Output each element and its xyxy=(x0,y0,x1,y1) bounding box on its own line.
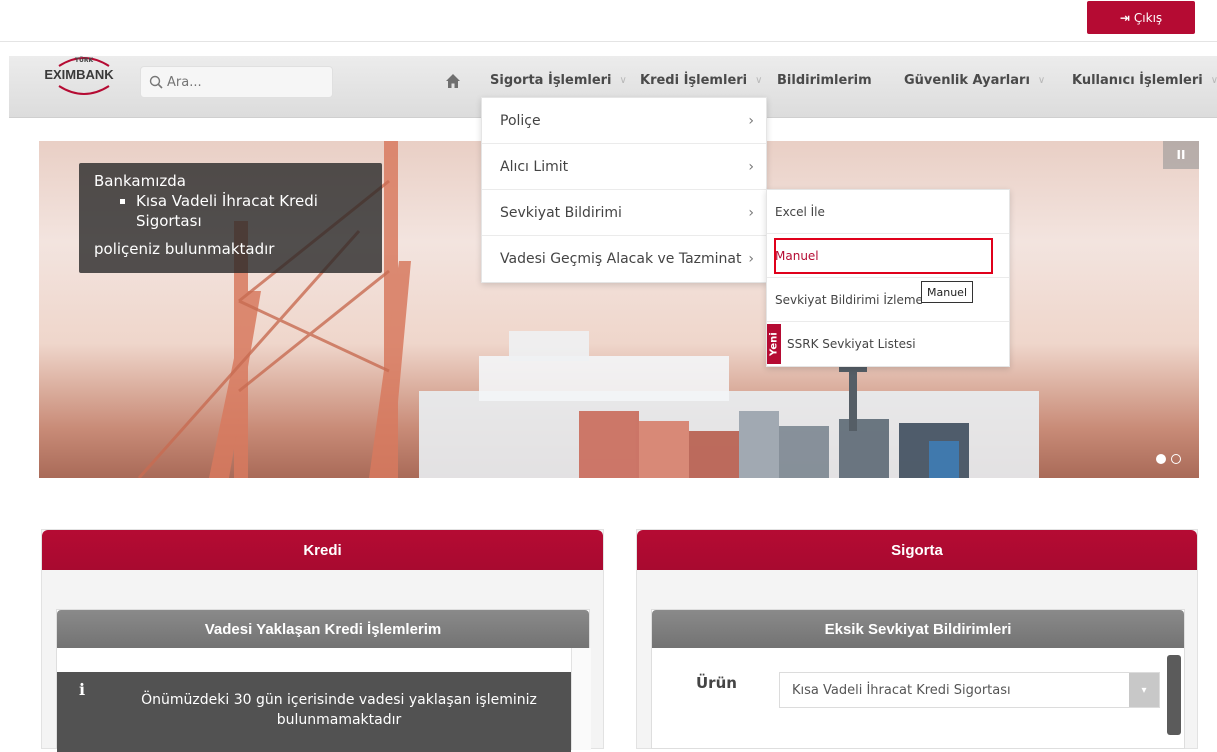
search-input[interactable] xyxy=(167,74,327,90)
policy-info-box: Bankamızda Kısa Vadeli İhracat Kredi Sig… xyxy=(79,163,382,273)
nav-label: Bildirimlerim xyxy=(777,73,872,88)
info-notice: ℹ Önümüzdeki 30 gün içerisinde vadesi ya… xyxy=(57,672,571,752)
selection-highlight xyxy=(774,238,993,274)
hero-line2: poliçeniz bulunmaktadır xyxy=(94,240,275,258)
eximbank-logo[interactable]: TÜRK EXIMBANK xyxy=(39,52,129,100)
hero-bullet: Kısa Vadeli İhracat Kredi Sigortası xyxy=(136,191,367,231)
urun-select-value: Kısa Vadeli İhracat Kredi Sigortası xyxy=(792,682,1011,698)
notice-text: Önümüzdeki 30 gün içerisinde vadesi yakl… xyxy=(141,692,537,728)
top-bar: ⇥ Çıkış xyxy=(0,0,1217,42)
nav-bildirimlerim[interactable]: Bildirimlerim xyxy=(777,73,872,88)
scrollbar-thumb[interactable] xyxy=(1167,655,1181,735)
search-icon xyxy=(149,75,163,89)
submenu-item-manuel[interactable]: Manuel xyxy=(767,234,1009,278)
submenu-item-excel[interactable]: Excel İle xyxy=(767,190,1009,234)
nav-kullanici-islemleri[interactable]: Kullanıcı İşlemleri ∨ xyxy=(1072,73,1217,88)
logout-label: Çıkış xyxy=(1133,10,1163,25)
kredi-panel: Kredi Vadesi Yaklaşan Kredi İşlemlerim ℹ… xyxy=(41,529,604,752)
new-badge: Yeni xyxy=(767,324,781,364)
submenu-item-label: Excel İle xyxy=(775,204,825,219)
home-icon[interactable] xyxy=(445,73,461,89)
logout-icon: ⇥ xyxy=(1119,10,1130,25)
nav-label: Kullanıcı İşlemleri xyxy=(1072,73,1203,88)
info-icon: ℹ xyxy=(78,680,86,699)
nav-guvenlik-ayarlari[interactable]: Güvenlik Ayarları ∨ xyxy=(904,73,1045,88)
menu-item-police[interactable]: Poliçe › xyxy=(482,98,766,144)
logout-button[interactable]: ⇥ Çıkış xyxy=(1087,1,1195,34)
submenu-item-label: Sevkiyat Bildirimi İzleme xyxy=(775,292,923,307)
menu-item-label: Sevkiyat Bildirimi xyxy=(500,204,622,221)
sigorta-panel: Sigorta Eksik Sevkiyat Bildirimleri Ürün… xyxy=(636,529,1198,749)
nav-kredi-islemleri[interactable]: Kredi İşlemleri ∨ xyxy=(640,73,762,88)
search-box[interactable] xyxy=(140,66,333,98)
kredi-sub-panel: Vadesi Yaklaşan Kredi İşlemlerim ℹ Önümü… xyxy=(56,609,591,752)
logo-text: EXIMBANK xyxy=(44,67,114,82)
submenu-item-label: SSRK Sevkiyat Listesi xyxy=(787,337,916,351)
menu-item-label: Poliçe xyxy=(500,112,541,129)
logo-small-text: TÜRK xyxy=(75,57,94,64)
nav-label: Sigorta İşlemleri xyxy=(490,73,612,88)
urun-label: Ürün xyxy=(696,674,737,692)
menu-item-alici-limit[interactable]: Alıcı Limit › xyxy=(482,144,766,190)
slider-dot[interactable] xyxy=(1156,454,1166,464)
chevron-down-icon: ∨ xyxy=(755,75,763,86)
kredi-sub-title: Vadesi Yaklaşan Kredi İşlemlerim xyxy=(57,610,589,648)
chevron-down-icon: ∨ xyxy=(1037,75,1046,86)
slider-dots xyxy=(1156,454,1181,464)
menu-item-label: Alıcı Limit xyxy=(500,158,569,175)
slider-dot[interactable] xyxy=(1171,454,1181,464)
menu-item-sevkiyat-bildirimi[interactable]: Sevkiyat Bildirimi › xyxy=(482,190,766,236)
chevron-right-icon: › xyxy=(748,251,754,267)
kredi-panel-title: Kredi xyxy=(42,530,603,570)
chevron-right-icon: › xyxy=(748,112,754,129)
nav-label: Güvenlik Ayarları xyxy=(904,73,1030,88)
nav-sigorta-islemleri[interactable]: Sigorta İşlemleri ∨ xyxy=(490,73,627,88)
chevron-right-icon: › xyxy=(748,204,754,221)
menu-item-vadesi-gecmis[interactable]: Vadesi Geçmiş Alacak ve Tazminat › xyxy=(482,236,766,282)
submenu-item-ssrk[interactable]: Yeni SSRK Sevkiyat Listesi xyxy=(767,322,1009,366)
chevron-down-icon: ∨ xyxy=(619,75,627,86)
sigorta-sub-title: Eksik Sevkiyat Bildirimleri xyxy=(652,610,1184,648)
chevron-down-icon: ∨ xyxy=(1210,75,1217,86)
slider-pause-button[interactable]: II xyxy=(1163,141,1199,169)
hero-line1: Bankamızda xyxy=(94,172,186,190)
sigorta-panel-title: Sigorta xyxy=(637,530,1197,570)
sigorta-dropdown-menu: Poliçe › Alıcı Limit › Sevkiyat Bildirim… xyxy=(481,97,767,283)
sigorta-sub-panel: Eksik Sevkiyat Bildirimleri Ürün Kısa Va… xyxy=(651,609,1185,749)
sevkiyat-submenu: Excel İle Manuel Sevkiyat Bildirimi İzle… xyxy=(766,189,1010,367)
menu-item-label: Vadesi Geçmiş Alacak ve Tazminat xyxy=(500,251,742,267)
nav-label: Kredi İşlemleri xyxy=(640,73,748,88)
urun-field-row: Ürün Kısa Vadeli İhracat Kredi Sigortası… xyxy=(652,670,1167,710)
chevron-right-icon: › xyxy=(748,158,754,175)
urun-select[interactable]: Kısa Vadeli İhracat Kredi Sigortası ▾ xyxy=(779,672,1160,708)
chevron-down-icon: ▾ xyxy=(1129,673,1159,707)
tooltip: Manuel xyxy=(921,281,973,303)
scroll-track[interactable] xyxy=(571,648,591,750)
